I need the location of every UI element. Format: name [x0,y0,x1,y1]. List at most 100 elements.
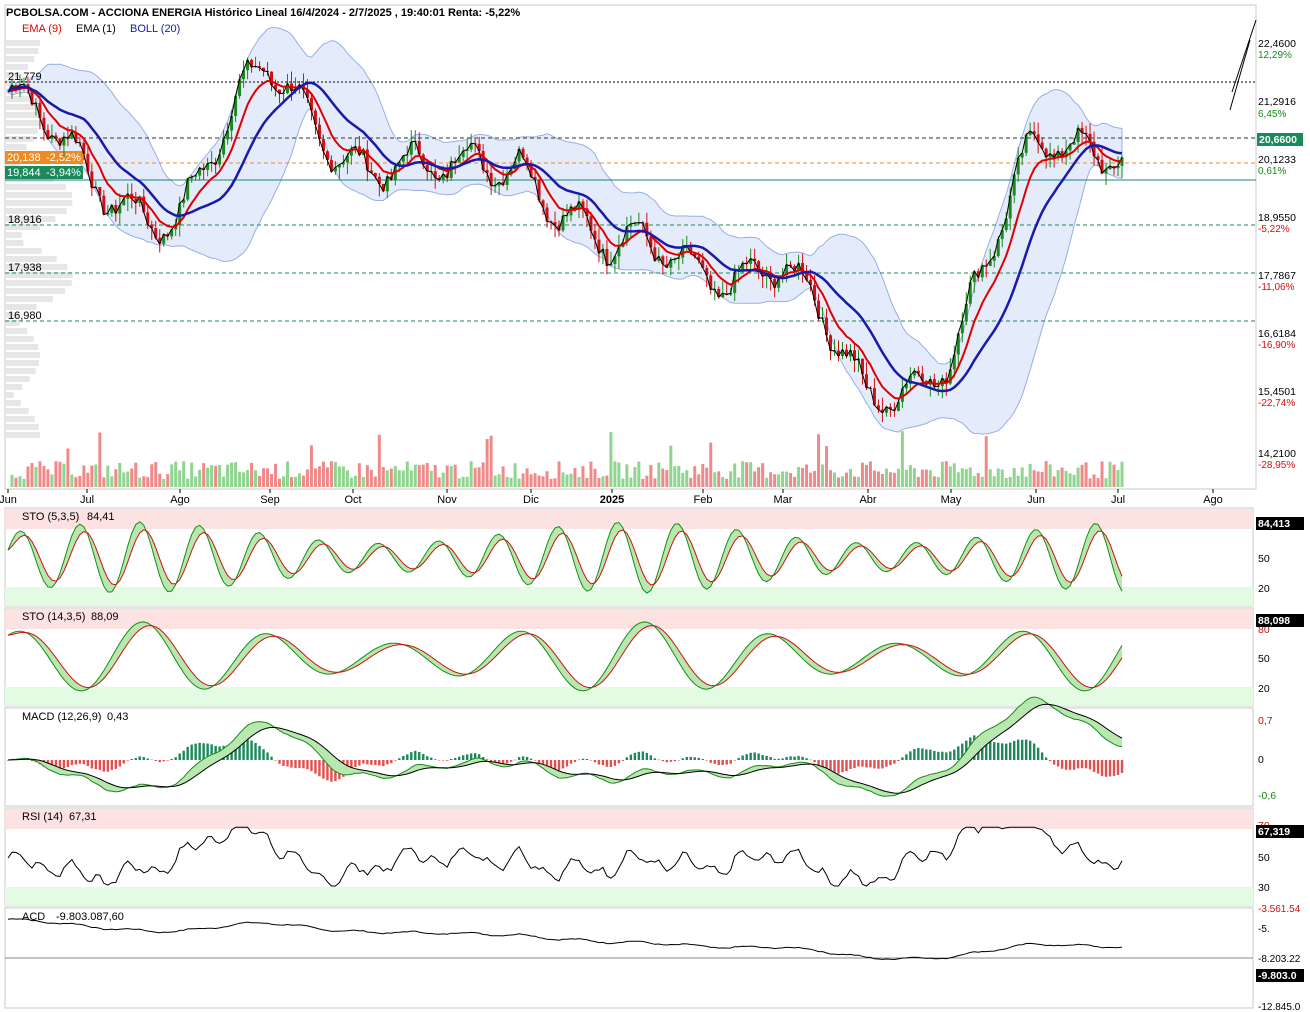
volume-bar [797,467,801,487]
macd-hist-bar [761,755,764,760]
macd-hist-bar [989,740,992,760]
macd-hist-bar [697,757,700,760]
macd-hist-bar [717,760,720,766]
macd-hist-bar [402,755,405,760]
volume-bar [821,464,825,487]
macd-hist-bar [557,760,561,771]
macd-hist-bar [1120,760,1124,773]
sto2-panel: STO (14,3,5) 88,09 80 88,098 50 20 [4,607,1304,707]
macd-hist-bar [1020,739,1024,760]
macd-hist-bar [709,760,712,763]
volume-bar [349,477,353,487]
volume-profile-bar [5,104,36,110]
volume-bar [773,474,777,487]
volume-bar [972,476,976,487]
macd-hist-bar [729,760,732,764]
macd-hist-bar [457,756,461,760]
macd-hist-bar [1044,757,1048,760]
volume-bar [138,477,142,487]
volume-bar [741,461,745,487]
macd-hist-bar [929,749,932,760]
volume-bar [1092,474,1096,487]
volume-profile-bar [5,200,73,206]
volume-bar [329,461,333,487]
sto1-level: 50 [1258,553,1270,565]
volume-bar [888,472,892,487]
volume-bar [609,432,613,487]
volume-bar [289,477,293,487]
macd-hist-bar [701,759,704,760]
macd-hist-bar [877,760,880,769]
volume-bar [214,465,218,487]
volume-bar [94,464,98,487]
macd-hist-bar [398,758,401,760]
macd-hist-bar [166,760,169,761]
macd-hist-bar [198,742,201,760]
volume-bar [677,465,681,487]
macd-hist-bar [649,755,653,760]
volume-bar [385,470,389,487]
macd-hist-bar [633,752,637,760]
macd-hist-bar [370,760,373,765]
price-tick-pct: 0,61% [1258,166,1286,177]
macd-level: 0 [1258,754,1264,766]
macd-hist-bar [322,760,325,779]
volume-bar [641,478,645,487]
volume-bar [465,476,469,487]
macd-hist-bar [274,760,277,761]
volume-bar [178,470,182,487]
volume-bar [749,462,753,487]
volume-bar [793,476,797,487]
sto1-overbought-zone [5,509,1253,529]
volume-bar [485,439,489,487]
volume-bar [297,473,301,487]
x-tick-label: Abr [859,494,876,506]
macd-hist-bar [1064,760,1068,770]
volume-bar [864,464,868,487]
volume-bar [765,477,769,487]
volume-bar [745,462,749,487]
volume-bar [960,468,964,487]
volume-bar [729,471,733,487]
macd-hist-bar [162,760,165,762]
volume-bar [106,465,110,487]
macd-hist-bar [378,760,381,766]
macd-hist-bar [997,742,1000,760]
volume-bar [254,470,258,487]
macd-hist-bar [673,760,677,762]
price-tick-pct: -11,06% [1258,282,1295,293]
volume-bar [409,470,413,487]
macd-hist-bar [1068,760,1072,770]
macd-hist-bar [1040,752,1044,760]
volume-bar [381,467,385,487]
volume-bar [377,434,381,487]
volume-bar [948,466,952,487]
volume-bar [449,466,453,487]
volume-profile-bar [5,48,39,54]
volume-profile-bar [5,384,23,390]
volume-profile-bar [5,56,35,62]
macd-hist-bar [529,758,533,760]
sto1-label: STO (5,3,5) [22,511,79,523]
volume-bar [868,461,872,487]
volume-bar [876,471,880,487]
x-tick-label: Jun [0,494,17,506]
macd-hist-bar [521,756,525,760]
volume-bar [1064,470,1068,487]
macd-hist-bar [278,760,281,764]
volume-profile-bar [5,96,31,102]
macd-hist-bar [993,742,996,760]
macd-hist-bar [1005,743,1008,760]
volume-bar [150,464,154,487]
acd-level: -3.561.54 [1258,904,1301,915]
volume-bar [717,471,721,487]
macd-hist-bar [941,751,944,760]
macd-hist-bar [146,758,149,760]
macd-hist-bar [585,758,589,760]
volume-bar [1068,473,1072,487]
sto1-value: 84,41 [87,511,115,523]
rsi-label: RSI (14) [22,811,63,823]
volume-bar [689,477,693,487]
macd-hist-bar [945,752,948,760]
volume-bar [50,474,54,487]
